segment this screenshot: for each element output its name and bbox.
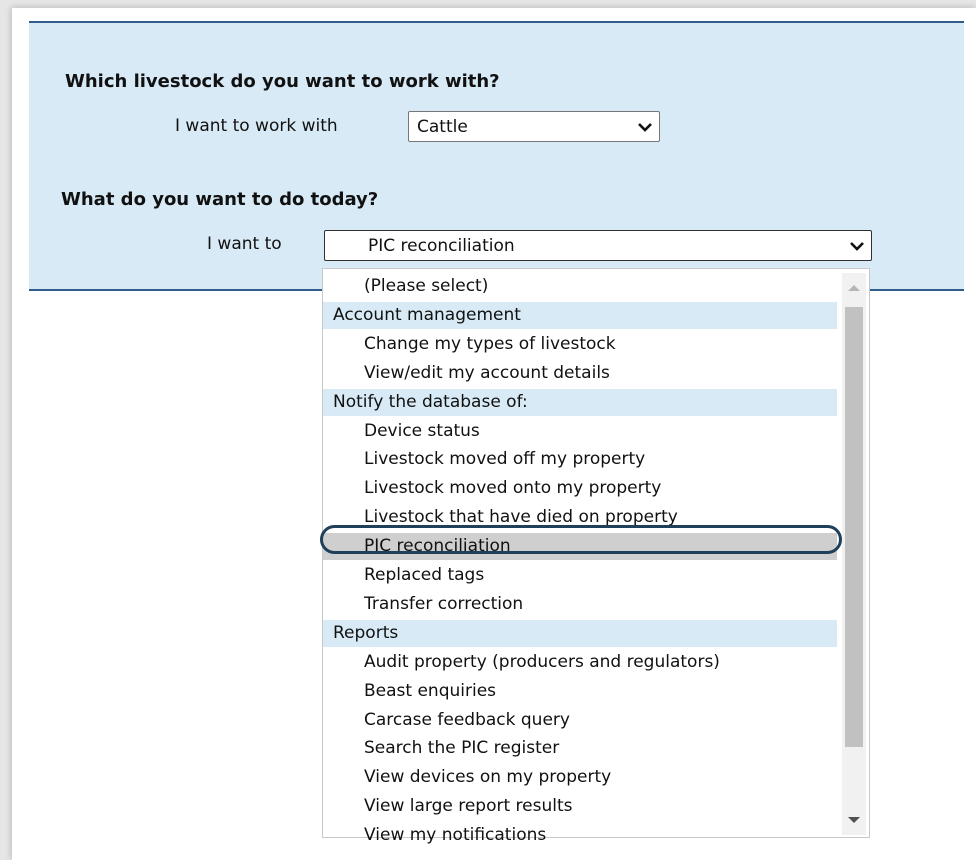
livestock-select-value: Cattle — [417, 117, 468, 137]
dropdown-option-label: Beast enquiries — [364, 680, 497, 701]
dropdown-option-label: Livestock that have died on property — [364, 507, 678, 528]
dropdown-scrollbar[interactable] — [842, 273, 866, 835]
scrollbar-thumb[interactable] — [845, 307, 863, 747]
dropdown-option-label: Search the PIC register — [364, 738, 560, 759]
chevron-down-icon — [638, 123, 652, 132]
dropdown-option[interactable]: Audit property (producers and regulators… — [323, 649, 837, 676]
dropdown-option[interactable]: Livestock moved off my property — [323, 446, 837, 473]
dropdown-option-label: (Please select) — [364, 276, 489, 296]
dropdown-option-label: View/edit my account details — [364, 362, 610, 383]
dropdown-option[interactable]: Carcase feedback query — [323, 707, 837, 734]
dropdown-option-label: Account management — [333, 304, 521, 325]
livestock-select[interactable]: Cattle — [408, 111, 660, 142]
dropdown-option[interactable]: View devices on my property — [323, 764, 837, 791]
dropdown-option[interactable]: Livestock moved onto my property — [323, 475, 837, 502]
dropdown-option-label: Reports — [333, 622, 399, 643]
task-select-value: PIC reconciliation — [368, 236, 515, 256]
dropdown-option[interactable]: (Please select) — [323, 273, 837, 300]
dropdown-option[interactable]: View/edit my account details — [323, 360, 837, 387]
dropdown-option-label: Device status — [364, 420, 480, 441]
dropdown-option-label: View devices on my property — [364, 767, 612, 788]
dropdown-option-label: PIC reconciliation — [364, 536, 511, 557]
dropdown-group-header: Account management — [323, 301, 837, 329]
task-select[interactable]: PIC reconciliation — [324, 230, 872, 261]
dropdown-option-label: Transfer correction — [364, 593, 524, 614]
dropdown-option[interactable]: Search the PIC register — [323, 735, 837, 762]
dropdown-option[interactable]: Transfer correction — [323, 591, 837, 618]
dropdown-option-label: Audit property (producers and regulators… — [364, 651, 720, 672]
dropdown-option-label: Livestock moved off my property — [364, 449, 646, 470]
dropdown-option[interactable]: View my notifications — [323, 822, 837, 849]
task-question: What do you want to do today? — [61, 189, 379, 210]
dropdown-option-label: Notify the database of: — [333, 391, 528, 412]
livestock-question: Which livestock do you want to work with… — [65, 71, 500, 92]
scroll-up-arrow-icon[interactable] — [848, 285, 860, 291]
dropdown-option[interactable]: Change my types of livestock — [323, 331, 837, 358]
dropdown-group-header: Notify the database of: — [323, 388, 837, 416]
dropdown-group-header: Reports — [323, 619, 837, 647]
dropdown-option-label: Change my types of livestock — [364, 333, 616, 354]
dropdown-option[interactable]: View large report results — [323, 793, 837, 820]
dropdown-option[interactable]: Beast enquiries — [323, 678, 837, 705]
livestock-label: I want to work with — [175, 116, 338, 136]
dropdown-option-label: View my notifications — [364, 825, 547, 846]
task-dropdown-list[interactable]: (Please select) Account management Change … — [322, 268, 870, 845]
dropdown-option-label: Carcase feedback query — [364, 709, 570, 730]
dropdown-option-label: Livestock moved onto my property — [364, 478, 662, 499]
chevron-down-icon — [850, 242, 864, 251]
dropdown-option[interactable]: Replaced tags — [323, 562, 837, 589]
dropdown-option-label: View large report results — [364, 796, 573, 817]
scroll-down-arrow-icon[interactable] — [848, 817, 860, 823]
dropdown-option[interactable]: Device status — [323, 418, 837, 445]
dropdown-option-label: Replaced tags — [364, 565, 485, 585]
task-label: I want to — [207, 234, 282, 254]
dropdown-option[interactable]: PIC reconciliation — [323, 533, 837, 561]
dropdown-option[interactable]: Livestock that have died on property — [323, 504, 837, 531]
